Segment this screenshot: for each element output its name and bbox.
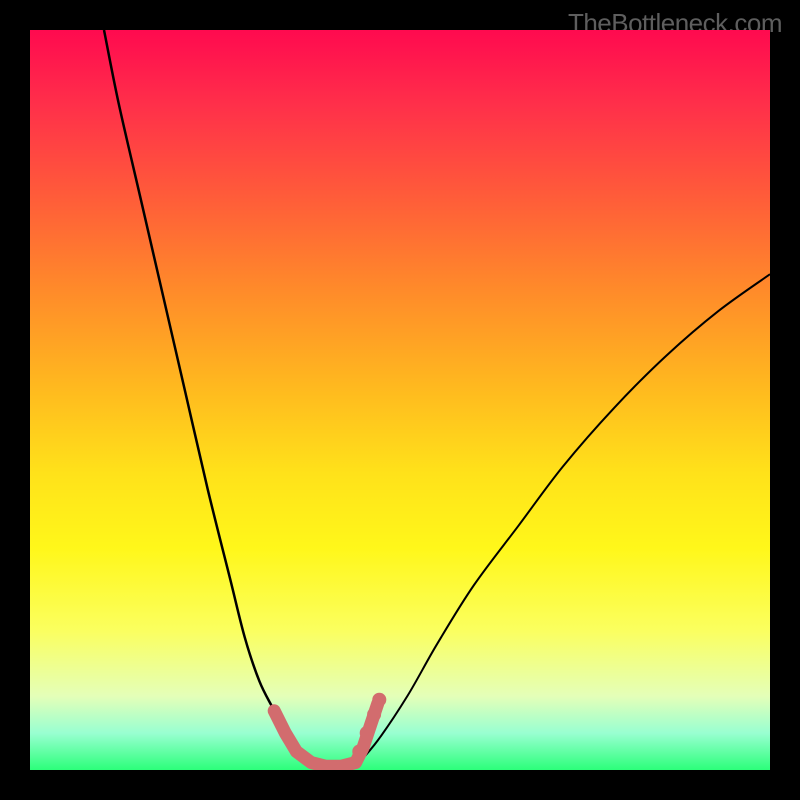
highlight-dot: [360, 726, 374, 740]
chart-frame: TheBottleneck.com: [0, 0, 800, 800]
highlight-dot: [372, 693, 386, 707]
plot-area: [30, 30, 770, 770]
curve-left: [104, 30, 311, 766]
highlight-dot: [352, 745, 366, 759]
chart-svg: [30, 30, 770, 770]
highlight-dot: [367, 708, 381, 722]
curve-right: [356, 274, 770, 766]
